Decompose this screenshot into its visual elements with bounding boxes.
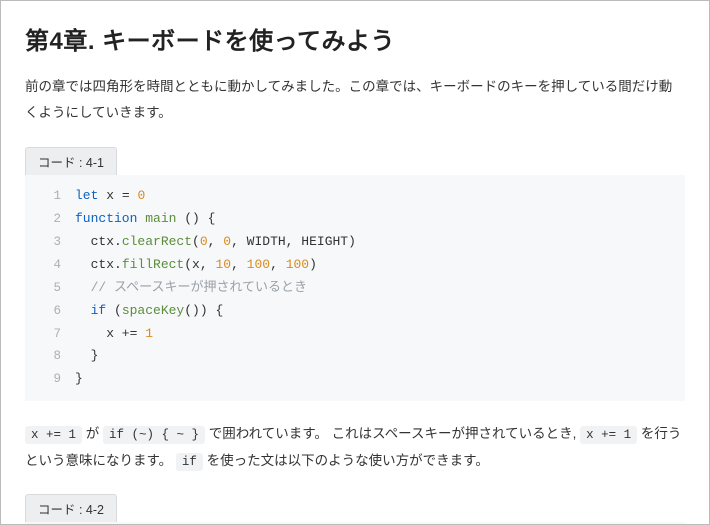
document-page: 第4章. キーボードを使ってみよう 前の章では四角形を時間とともに動かしてみまし… <box>0 0 710 525</box>
code-line: 7 x += 1 <box>39 323 671 346</box>
code-body: 1let x = 02function main () {3 ctx.clear… <box>25 175 685 401</box>
line-number: 9 <box>39 369 61 391</box>
code-label: コード : 4-2 <box>25 494 117 522</box>
code-content: ctx.clearRect(0, 0, WIDTH, HEIGHT) <box>75 231 356 254</box>
text: が <box>82 426 103 441</box>
code-block-2: コード : 4-2 1if (はい/いいえで答えられる質問) {2 質問がはいの… <box>25 494 685 525</box>
code-content: x += 1 <box>75 323 153 346</box>
code-label: コード : 4-1 <box>25 147 117 175</box>
code-content: // スペースキーが押されているとき <box>75 277 307 300</box>
inline-code: if <box>176 453 203 471</box>
line-number: 8 <box>39 346 61 368</box>
code-line: 8 } <box>39 345 671 368</box>
line-number: 7 <box>39 324 61 346</box>
line-number: 2 <box>39 209 61 231</box>
code-line: 1 let x = 0 <box>39 185 671 208</box>
inline-code: x += 1 <box>25 426 82 444</box>
code-block-1: コード : 4-1 1let x = 02function main () {3… <box>25 147 685 401</box>
intro-paragraph: 前の章では四角形を時間とともに動かしてみました。この章では、キーボードのキーを押… <box>25 74 685 125</box>
code-line: 3 ctx.clearRect(0, 0, WIDTH, HEIGHT) <box>39 231 671 254</box>
inline-code: x += 1 <box>580 426 637 444</box>
code-line: 6 if (spaceKey()) { <box>39 300 671 323</box>
code-content: let x = 0 <box>75 185 145 208</box>
code-line: 9} <box>39 368 671 391</box>
line-number: 1 <box>39 186 61 208</box>
description-paragraph: x += 1 が if (~) { ~ } で囲われています。 これはスペースキ… <box>25 421 685 474</box>
code-content: } <box>75 345 98 368</box>
code-line: 4 ctx.fillRect(x, 10, 100, 100) <box>39 254 671 277</box>
line-number: 4 <box>39 255 61 277</box>
code-line: 2 function main () { <box>39 208 671 231</box>
code-content: ctx.fillRect(x, 10, 100, 100) <box>75 254 317 277</box>
code-content: } <box>75 368 83 391</box>
text: を使った文は以下のような使い方ができます。 <box>203 453 489 468</box>
code-content: if (spaceKey()) { <box>75 300 223 323</box>
chapter-title: 第4章. キーボードを使ってみよう <box>25 21 685 56</box>
line-number: 3 <box>39 232 61 254</box>
code-line: 5 // スペースキーが押されているとき <box>39 277 671 300</box>
line-number: 6 <box>39 301 61 323</box>
inline-code: if (~) { ~ } <box>103 426 205 444</box>
code-content: function main () { <box>75 208 215 231</box>
line-number: 5 <box>39 278 61 300</box>
text: で囲われています。 これはスペースキーが押されているとき, <box>205 426 580 441</box>
